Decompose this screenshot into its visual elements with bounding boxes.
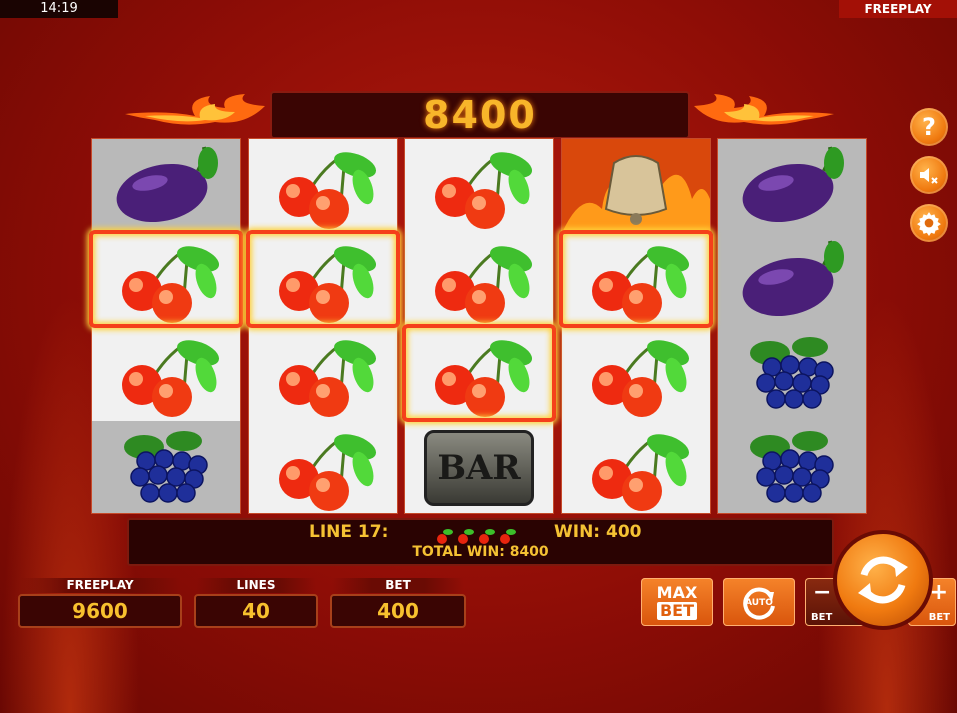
cherries-symbol — [405, 327, 553, 421]
reel-1 — [91, 138, 241, 514]
clock: 14:19 — [0, 0, 118, 18]
cherries-symbol — [92, 327, 240, 421]
spin-button[interactable] — [833, 530, 933, 630]
flame-wing-right — [694, 94, 834, 125]
bet-decrease-label: BET — [811, 612, 833, 623]
cherries-symbol — [562, 233, 710, 327]
max-bet-button[interactable]: MAX BET — [641, 578, 713, 626]
line-win-label: WIN: 400 — [554, 522, 642, 542]
winning-line-label: LINE 17: — [309, 522, 389, 542]
bet-value: 400 — [330, 594, 466, 628]
lines-label: LINES — [196, 578, 316, 593]
cherries-symbol — [562, 421, 710, 513]
bar-symbol-text: BAR — [424, 430, 534, 506]
plum-symbol — [718, 233, 866, 327]
auto-spin-button[interactable]: AUTO — [723, 578, 795, 626]
sound-muted-icon — [920, 168, 938, 184]
mini-cherries-icon — [437, 529, 516, 544]
total-win-label: TOTAL WIN: 8400 — [412, 544, 549, 560]
auto-spin-label: AUTO — [745, 598, 773, 608]
grapes-symbol — [718, 421, 866, 513]
reel-3: BAR — [404, 138, 554, 514]
grapes-symbol — [718, 327, 866, 421]
flame-wing-left — [125, 94, 265, 125]
grapes-symbol — [92, 421, 240, 513]
mode-badge: FREEPLAY — [839, 0, 957, 18]
reel-4 — [560, 138, 711, 514]
sound-button[interactable] — [910, 156, 948, 194]
plum-symbol — [718, 139, 866, 233]
win-info-panel: LINE 17: WIN: 400 TOTAL WIN: 8400 — [127, 518, 834, 566]
cherries-symbol — [249, 421, 397, 513]
bet-increase-label: BET — [928, 612, 950, 623]
cherries-symbol — [249, 233, 397, 327]
bell-symbol — [561, 139, 710, 233]
freeplay-value: 9600 — [18, 594, 182, 628]
spin-arrows-icon — [858, 556, 908, 604]
reel-5 — [717, 138, 867, 514]
reels-area: BAR — [89, 138, 867, 514]
cherries-symbol — [562, 327, 710, 421]
win-display: 8400 — [270, 91, 690, 139]
bar-symbol: BAR — [405, 421, 553, 513]
cherries-symbol — [405, 233, 553, 327]
cherries-symbol — [405, 139, 553, 233]
max-bet-line1: MAX — [656, 583, 698, 602]
plum-symbol — [92, 139, 240, 233]
minus-icon: − — [813, 580, 832, 605]
max-bet-line2: BET — [656, 602, 698, 620]
gear-icon — [917, 212, 941, 236]
cherries-symbol — [249, 139, 397, 233]
bet-label: BET — [332, 578, 464, 593]
help-button[interactable]: ? — [910, 108, 948, 146]
freeplay-label: FREEPLAY — [20, 578, 180, 593]
reel-2 — [247, 138, 398, 514]
lines-value: 40 — [194, 594, 318, 628]
cherries-symbol — [92, 233, 240, 327]
help-icon: ? — [922, 113, 936, 141]
cherries-symbol — [249, 327, 397, 421]
settings-button[interactable] — [910, 204, 948, 242]
